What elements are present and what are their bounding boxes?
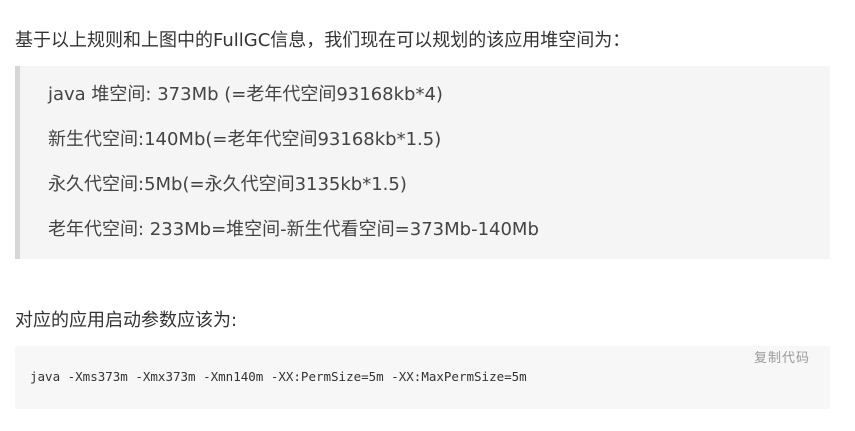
young-gen-line: 新生代空间:140Mb(=老年代空间93168kb*1.5) [48,129,442,150]
heap-plan-blockquote: java 堆空间: 373Mb (=老年代空间93168kb*4) 新生代空间:… [15,66,830,259]
heap-space-line: java 堆空间: 373Mb (=老年代空间93168kb*4) [48,84,443,105]
code-block: 复制代码 java -Xms373m -Xmx373m -Xmn140m -XX… [15,346,830,409]
old-gen-line: 老年代空间: 233Mb=堆空间-新生代看空间=373Mb-140Mb [48,219,539,240]
copy-code-button[interactable]: 复制代码 [754,350,810,368]
code-text: java -Xms373m -Xmx373m -Xmn140m -XX:Perm… [30,369,527,384]
intro-paragraph: 基于以上规则和上图中的FullGC信息，我们现在可以规划的该应用堆空间为： [15,30,631,51]
startup-params-lead: 对应的应用启动参数应该为: [15,310,238,331]
perm-gen-line: 永久代空间:5Mb(=永久代空间3135kb*1.5) [48,174,407,195]
